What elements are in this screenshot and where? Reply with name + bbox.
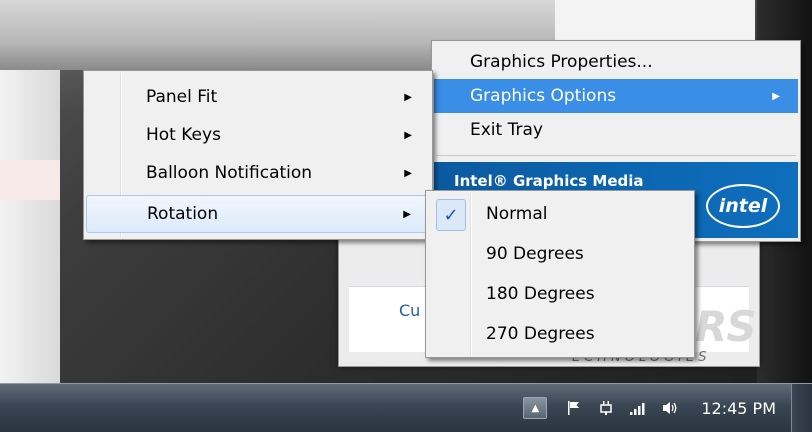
brand-logo: RS: [695, 302, 757, 351]
menu-item-hot-keys[interactable]: Hot Keys ▶: [86, 117, 430, 153]
checkmark-icon: ✓: [436, 199, 466, 231]
power-plug-icon[interactable]: [595, 398, 617, 418]
submenu-arrow-icon: ▶: [404, 167, 412, 179]
menu-item-label: Panel Fit: [146, 87, 218, 107]
intel-logo-text: intel: [718, 195, 768, 217]
show-hidden-icons-button[interactable]: ▲: [523, 397, 548, 419]
graphics-options-submenu: Panel Fit ▶ Hot Keys ▶ Balloon Notificat…: [83, 70, 433, 240]
intel-logo-icon: intel: [706, 184, 780, 228]
submenu-arrow-icon: ▶: [403, 208, 411, 220]
menu-item-rotation[interactable]: Rotation ▶: [86, 195, 430, 233]
menu-item-rotation-90[interactable]: 90 Degrees: [428, 235, 692, 273]
submenu-arrow-icon: ▶: [404, 91, 412, 103]
menu-item-label: Graphics Options: [470, 86, 617, 106]
taskbar: ▲ 12:45 PM: [0, 383, 812, 432]
menu-item-label: 270 Degrees: [486, 324, 595, 344]
menu-item-label: 90 Degrees: [486, 244, 584, 264]
submenu-arrow-icon: ▶: [772, 90, 780, 102]
menu-item-label: Rotation: [147, 204, 219, 224]
menu-item-label: Graphics Properties...: [470, 52, 653, 72]
menu-item-label: Normal: [486, 204, 548, 224]
menu-item-rotation-180[interactable]: 180 Degrees: [428, 275, 692, 313]
intel-banner-title: Intel® Graphics Media: [454, 172, 644, 190]
volume-icon[interactable]: [659, 398, 681, 418]
menu-item-label: Exit Tray: [470, 120, 543, 140]
rotation-submenu: ✓ Normal 90 Degrees 180 Degrees 270 Degr…: [425, 190, 695, 358]
menu-item-graphics-options[interactable]: Graphics Options ▶: [434, 79, 798, 113]
show-desktop-button[interactable]: [791, 384, 812, 432]
action-center-flag-icon[interactable]: [563, 398, 585, 418]
menu-item-exit-tray[interactable]: Exit Tray: [434, 113, 798, 147]
menu-item-graphics-properties[interactable]: Graphics Properties...: [434, 45, 798, 79]
menu-item-balloon-notification[interactable]: Balloon Notification ▶: [86, 155, 430, 191]
menu-item-label: 180 Degrees: [486, 284, 595, 304]
menu-item-rotation-normal[interactable]: ✓ Normal: [428, 195, 692, 233]
menu-item-panel-fit[interactable]: Panel Fit ▶: [86, 79, 430, 115]
checkmark-glyph: ✓: [443, 204, 459, 226]
menu-item-rotation-270[interactable]: 270 Degrees: [428, 315, 692, 353]
network-signal-icon[interactable]: [627, 398, 649, 418]
submenu-arrow-icon: ▶: [404, 129, 412, 141]
menu-separator: [436, 155, 796, 156]
menu-item-label: Hot Keys: [146, 125, 221, 145]
taskbar-clock[interactable]: 12:45 PM: [701, 399, 776, 418]
menu-item-label: Balloon Notification: [146, 163, 313, 183]
system-tray: ▲ 12:45 PM: [523, 384, 812, 432]
background-window-link[interactable]: Cu: [399, 301, 420, 320]
